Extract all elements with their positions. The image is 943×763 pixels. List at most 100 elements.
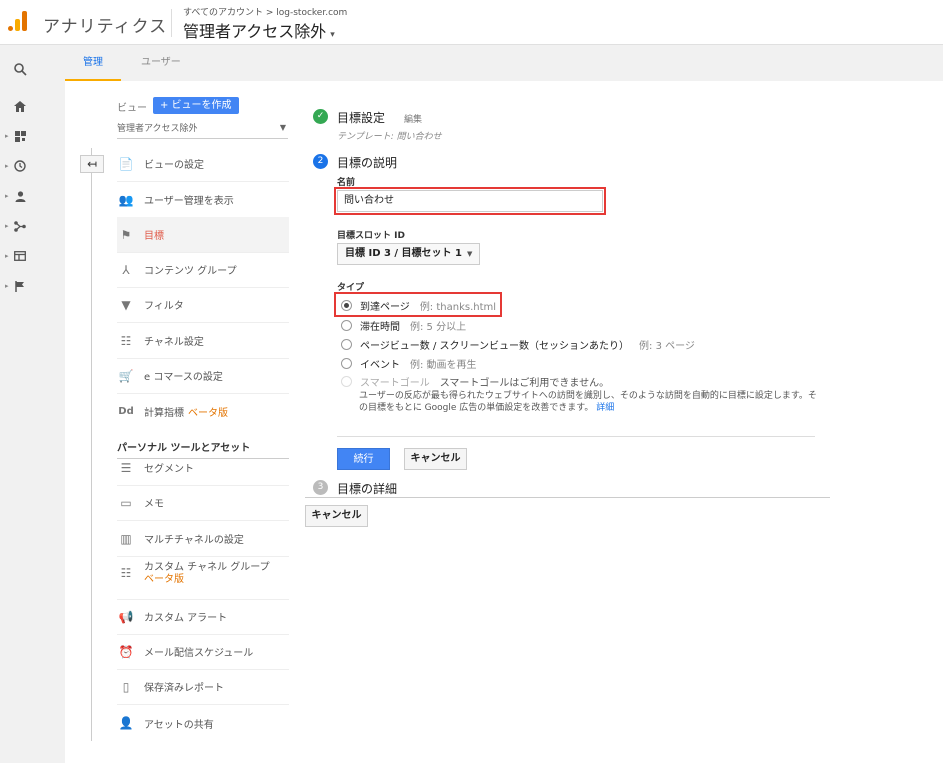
radio-icon[interactable] [341, 357, 352, 369]
goal-slot-select[interactable]: 目標 ID 3 / 目標セット 1 ▼ [337, 243, 481, 265]
nav-item-goals[interactable]: ⚑ 目標 [117, 217, 289, 253]
search-icon[interactable] [0, 57, 40, 81]
cart-icon: 🛒 [118, 368, 134, 383]
content-grouping-icon: ⅄ [122, 262, 130, 277]
view-picker[interactable]: 管理者アクセス除外 ▾ [183, 18, 335, 42]
nav-item-annotations[interactable]: ▭ メモ [117, 485, 289, 521]
chevron-down-icon: ▾ [330, 30, 335, 40]
beta-badge: ベータ版 [144, 574, 184, 585]
home-icon[interactable] [0, 94, 40, 118]
flag-icon[interactable]: ▸ [0, 274, 40, 298]
nav-item-ecommerce-settings[interactable]: 🛒 e コマースの設定 [117, 358, 289, 394]
nav-item-calculated-metrics[interactable]: Dd 計算指標 ベータ版 [117, 393, 289, 429]
nav-item-label: 目標 [144, 231, 164, 242]
nav-item-label: コンテンツ グループ [144, 266, 237, 277]
person-icon[interactable]: ▸ [0, 184, 40, 208]
clock-icon[interactable]: ▸ [0, 154, 40, 178]
nav-item-label: ユーザー管理を表示 [144, 196, 234, 207]
radio-checked-icon[interactable] [341, 299, 352, 311]
behavior-icon[interactable]: ▸ [0, 244, 40, 268]
step-number-2: 2 [313, 154, 328, 169]
view-column-label: ビュー [117, 103, 147, 114]
smart-goal-details-link[interactable]: 詳細 [596, 403, 614, 413]
nav-item-label: マルチチャネルの設定 [144, 535, 244, 546]
nav-item-segments[interactable]: ☰ セグメント [117, 450, 289, 486]
continue-button[interactable]: 続行 [337, 448, 390, 470]
nav-item-label: 保存済みレポート [144, 683, 224, 694]
nav-item-scheduled-emails[interactable]: ⏰ メール配信スケジュール [117, 634, 289, 670]
goal-type-example: 例: thanks.html [419, 301, 497, 313]
saved-report-icon: ▯ [122, 679, 130, 694]
goal-slot-value: 目標 ID 3 / 目標セット 1 [345, 248, 462, 259]
step-complete-check-icon: ✓ [313, 109, 328, 124]
tab-admin[interactable]: 管理 [65, 46, 121, 81]
goal-type-label-text: ページビュー数 / スクリーンビュー数（セッションあたり） [360, 340, 630, 352]
nav-item-view-settings[interactable]: 📄 ビューの設定 [117, 146, 289, 182]
nav-item-label: メモ [144, 499, 164, 510]
nav-divider-line [91, 148, 92, 741]
smart-goal-unavailable-note: スマートゴールはご利用できません。 [439, 377, 610, 389]
smart-goal-description-text: ユーザーの反応が最も得られたウェブサイトへの訪問を識別し、そのような訪問を自動的… [359, 391, 817, 413]
dashboard-icon[interactable]: ▸ [0, 124, 40, 148]
acquisition-icon[interactable]: ▸ [0, 214, 40, 238]
goal-type-duration[interactable]: 滞在時間 例: 5 分以上 [341, 317, 466, 333]
step3-divider [305, 497, 830, 498]
nav-item-label: フィルタ [144, 301, 184, 312]
nav-item-label: セグメント [144, 464, 194, 475]
bar-chart-icon: ▥ [120, 531, 132, 546]
view-select[interactable]: 管理者アクセス除外 ▼ [117, 121, 288, 139]
beta-badge: ベータ版 [188, 407, 228, 419]
nav-item-content-grouping[interactable]: ⅄ コンテンツ グループ [117, 252, 289, 288]
goal-type-example: 例: 3 ページ [639, 340, 695, 352]
step-goal-details-title: 目標の詳細 [337, 482, 398, 496]
edit-goal-setup-link[interactable]: 編集 [404, 112, 422, 125]
cancel-button[interactable]: キャンセル [305, 505, 368, 527]
cancel-step-button[interactable]: キャンセル [404, 448, 467, 470]
megaphone-icon: 📢 [118, 609, 134, 624]
goal-type-destination[interactable]: 到達ページ 例: thanks.html [341, 297, 496, 313]
nav-item-channel-settings[interactable]: ☷ チャネル設定 [117, 323, 289, 359]
flag-icon: ⚑ [120, 227, 132, 242]
nav-item-label: チャネル設定 [144, 337, 204, 348]
chevron-down-icon: ▼ [467, 250, 473, 258]
tab-users[interactable]: ユーザー [123, 46, 199, 81]
radio-icon[interactable] [341, 338, 352, 350]
nav-item-label: メール配信スケジュール [144, 648, 254, 659]
goal-type-label-text: 滞在時間 [360, 321, 400, 333]
nav-item-multichannel-settings[interactable]: ▥ マルチチャネルの設定 [117, 521, 289, 557]
back-arrow-icon[interactable]: ↤ [80, 155, 104, 173]
radio-icon[interactable] [341, 319, 352, 331]
analytics-logo-icon[interactable] [8, 11, 30, 33]
filter-icon: ▼ [121, 297, 131, 312]
create-view-button[interactable]: + ビューを作成 [153, 97, 239, 114]
goal-type-example: 例: 動画を再生 [410, 359, 477, 371]
nav-item-view-user-management[interactable]: 👥 ユーザー管理を表示 [117, 182, 289, 218]
nav-item-label: e コマースの設定 [144, 372, 223, 383]
view-select-value: 管理者アクセス除外 [117, 124, 198, 134]
chevron-down-icon: ▼ [279, 123, 286, 132]
alarm-clock-icon: ⏰ [118, 644, 134, 659]
nav-item-custom-channel-grouping[interactable]: ☷ カスタム チャネル グループ ベータ版 [117, 556, 289, 600]
radio-disabled-icon [341, 375, 352, 387]
goal-type-event[interactable]: イベント 例: 動画を再生 [341, 355, 477, 371]
nav-item-custom-alerts[interactable]: 📢 カスタム アラート [117, 599, 289, 635]
account-breadcrumb[interactable]: すべてのアカウント > log-stocker.com [183, 5, 347, 18]
nav-item-filters[interactable]: ▼ フィルタ [117, 287, 289, 323]
highlight-box-name [334, 187, 606, 215]
goal-type-pages-per-session[interactable]: ページビュー数 / スクリーンビュー数（セッションあたり） 例: 3 ページ [341, 336, 695, 352]
admin-tabs: 管理 ユーザー [65, 46, 943, 81]
step-goal-setup-title: 目標設定 [337, 111, 386, 125]
goal-template-text: テンプレート: 問い合わせ [337, 132, 442, 142]
calculated-metric-icon: Dd [118, 405, 134, 417]
nav-item-label: アセットの共有 [144, 719, 214, 731]
nav-item-share-assets[interactable]: 👤 アセットの共有 [117, 705, 289, 741]
comment-icon: ▭ [120, 495, 132, 510]
users-icon: 👥 [118, 192, 134, 207]
nav-item-label: カスタム チャネル グループ [144, 562, 270, 573]
step-goal-description-title: 目標の説明 [337, 156, 398, 170]
goal-type-label-text: 到達ページ [360, 301, 410, 313]
section-divider [337, 436, 815, 437]
view-name: 管理者アクセス除外 [183, 22, 327, 41]
smart-goal-description: ユーザーの反応が最も得られたウェブサイトへの訪問を識別し、そのような訪問を自動的… [359, 390, 819, 414]
nav-item-saved-reports[interactable]: ▯ 保存済みレポート [117, 669, 289, 705]
